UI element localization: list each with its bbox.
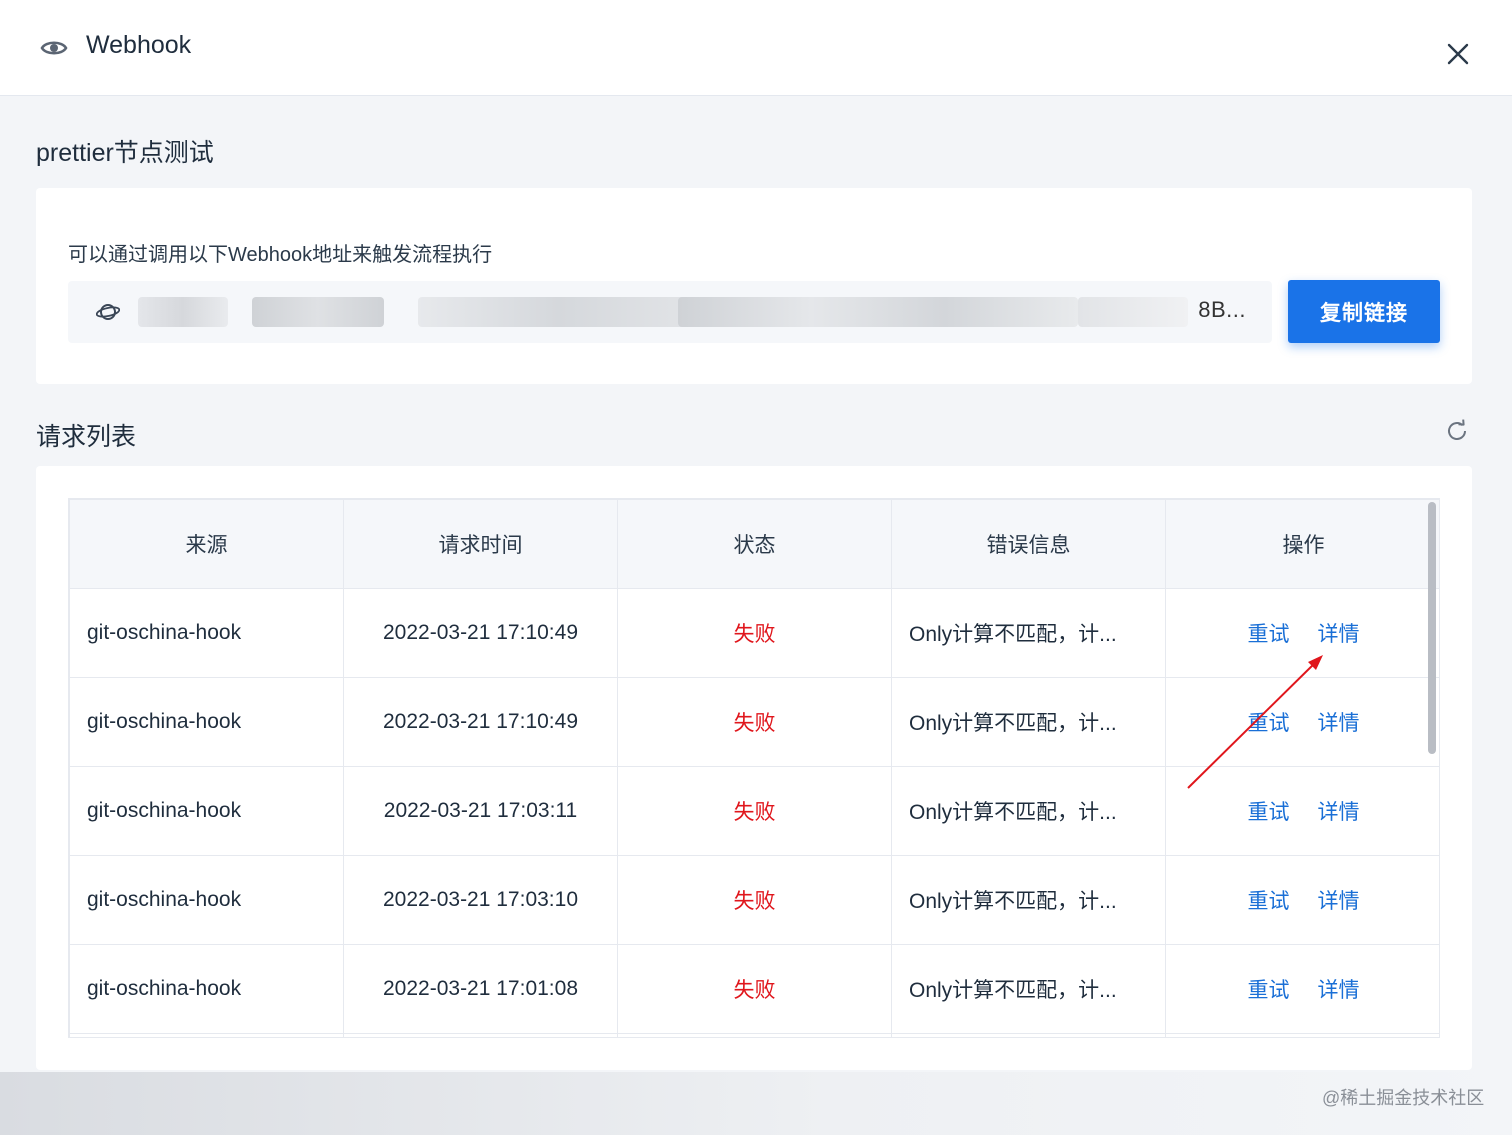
eye-icon — [40, 41, 68, 55]
table-row — [69, 1033, 1439, 1037]
retry-link[interactable]: 重试 — [1248, 979, 1290, 1002]
detail-link[interactable]: 详情 — [1318, 623, 1360, 646]
detail-link[interactable]: 详情 — [1318, 712, 1360, 735]
watermark: @稀土掘金技术社区 — [1322, 1088, 1485, 1108]
cell-time: 2022-03-21 17:10:49 — [343, 677, 618, 767]
column-header-actions: 操作 — [1165, 499, 1439, 589]
table-row: git-oschina-hook 2022-03-21 17:10:49 失败 … — [69, 588, 1439, 678]
webhook-url-field: 8B... — [68, 281, 1272, 343]
cell-status: 失败 — [617, 766, 892, 856]
cell-actions: 重试 详情 — [1165, 677, 1439, 767]
retry-link[interactable]: 重试 — [1248, 623, 1290, 646]
cell-source: git-oschina-hook — [69, 677, 344, 767]
cell-actions: 重试 详情 — [1165, 588, 1439, 678]
cell-time: 2022-03-21 17:03:10 — [343, 855, 618, 945]
cell-error: Only计算不匹配，计... — [891, 855, 1166, 945]
cell-status: 失败 — [617, 677, 892, 767]
table-scrollbar[interactable] — [1428, 502, 1436, 754]
cell-error: Only计算不匹配，计... — [891, 944, 1166, 1034]
table-row: git-oschina-hook 2022-03-21 17:03:11 失败 … — [69, 766, 1439, 856]
cell-source: git-oschina-hook — [69, 766, 344, 856]
cell-error: Only计算不匹配，计... — [891, 677, 1166, 767]
detail-link[interactable]: 详情 — [1318, 890, 1360, 913]
dialog-title: Webhook — [86, 31, 192, 59]
cell-time: 2022-03-21 17:10:49 — [343, 588, 618, 678]
retry-link[interactable]: 重试 — [1248, 712, 1290, 735]
retry-link[interactable]: 重试 — [1248, 890, 1290, 913]
cell-actions: 重试 详情 — [1165, 944, 1439, 1034]
cell-status: 失败 — [617, 944, 892, 1034]
planet-icon — [96, 304, 120, 320]
cell-time: 2022-03-21 17:01:08 — [343, 944, 618, 1034]
refresh-icon[interactable] — [1444, 418, 1470, 444]
cell-actions: 重试 详情 — [1165, 855, 1439, 945]
webhook-hint: 可以通过调用以下Webhook地址来触发流程执行 — [68, 244, 493, 266]
cell-status: 失败 — [617, 588, 892, 678]
table-row: git-oschina-hook 2022-03-21 17:10:49 失败 … — [69, 677, 1439, 767]
cell-source: git-oschina-hook — [69, 855, 344, 945]
cell-status: 失败 — [617, 855, 892, 945]
column-header-time: 请求时间 — [343, 499, 618, 589]
cell-time: 2022-03-21 17:03:11 — [343, 766, 618, 856]
table-header-row: 来源 请求时间 状态 错误信息 操作 — [69, 499, 1439, 589]
request-list-title: 请求列表 — [36, 423, 137, 451]
column-header-error: 错误信息 — [891, 499, 1166, 589]
detail-link[interactable]: 详情 — [1318, 801, 1360, 824]
webhook-url-text: 8B... — [1198, 297, 1246, 322]
dialog-header: Webhook — [0, 0, 1512, 96]
cell-actions: 重试 详情 — [1165, 766, 1439, 856]
cell-source: git-oschina-hook — [69, 944, 344, 1034]
table-row: git-oschina-hook 2022-03-21 17:01:08 失败 … — [69, 944, 1439, 1034]
retry-link[interactable]: 重试 — [1248, 801, 1290, 824]
cell-error: Only计算不匹配，计... — [891, 588, 1166, 678]
cell-error: Only计算不匹配，计... — [891, 766, 1166, 856]
column-header-status: 状态 — [617, 499, 892, 589]
detail-link[interactable]: 详情 — [1318, 979, 1360, 1002]
close-icon[interactable] — [1444, 40, 1472, 68]
table-row: git-oschina-hook 2022-03-21 17:03:10 失败 … — [69, 855, 1439, 945]
column-header-source: 来源 — [69, 499, 344, 589]
bottom-shade — [0, 1072, 1512, 1135]
copy-link-button[interactable]: 复制链接 — [1288, 280, 1440, 343]
request-table: 来源 请求时间 状态 错误信息 操作 git-oschina-hook 2022… — [68, 498, 1440, 1038]
flow-name-title: prettier节点测试 — [36, 139, 214, 167]
cell-source: git-oschina-hook — [69, 588, 344, 678]
